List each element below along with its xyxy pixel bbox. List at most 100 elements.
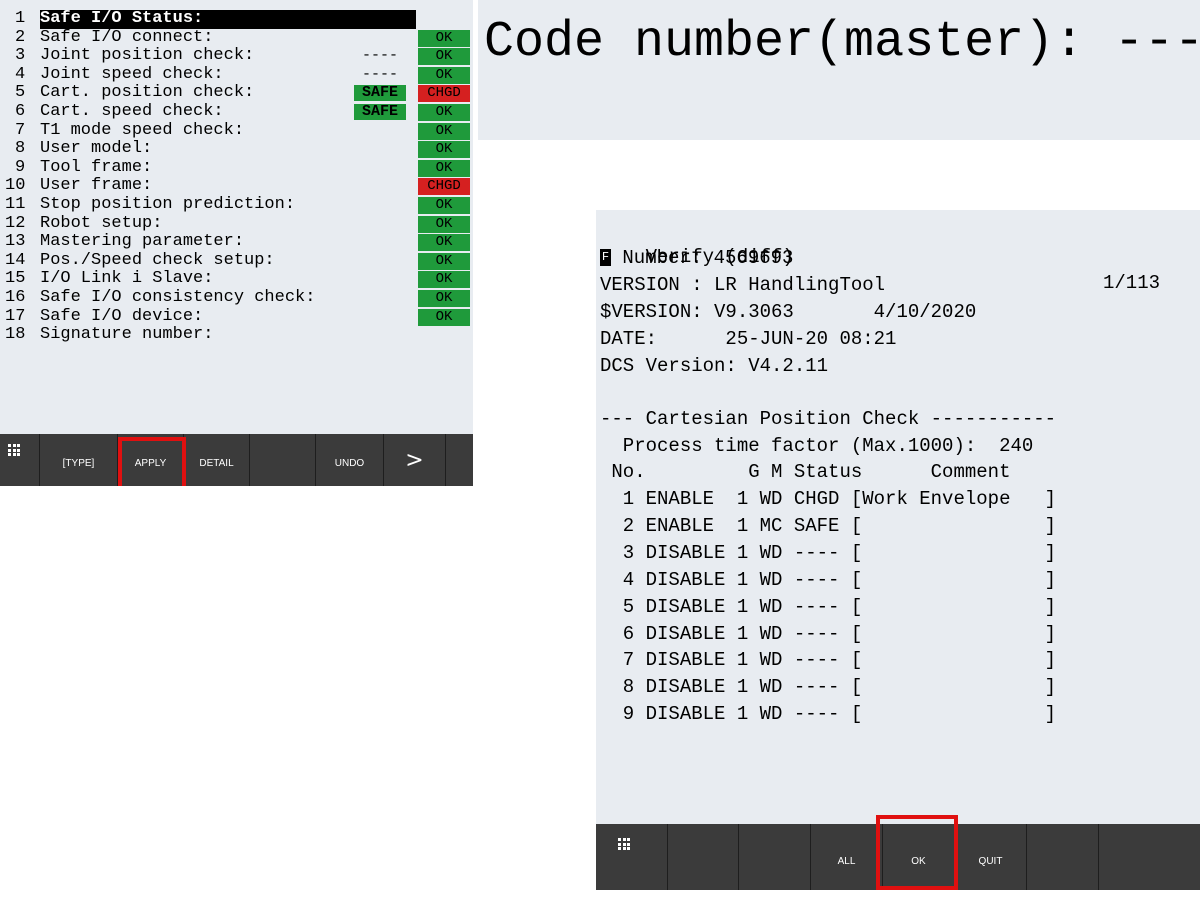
- row-number: 14: [5, 250, 26, 270]
- empty-softkey-2[interactable]: [739, 824, 811, 890]
- row-number: 2: [15, 27, 26, 47]
- verify-table-row[interactable]: 3 DISABLE 1 WD ---- [ ]: [600, 540, 1056, 566]
- verify-title-line: Verify (diff) 1/113: [600, 218, 1190, 294]
- safe-io-status-panel: 1 Safe I/O Status: 2 Safe I/O connect: OK 3 Jo…: [0, 0, 473, 486]
- row-number: 11: [5, 195, 26, 214]
- row-check-value: ----: [361, 65, 398, 83]
- status-row[interactable]: 4 Joint speed check: ---- OK: [0, 64, 473, 85]
- grid-icon: [618, 838, 630, 850]
- status-row[interactable]: 3 Joint position check: ---- OK: [0, 47, 473, 66]
- row-label: Pos./Speed check setup:: [40, 250, 275, 270]
- next-page-button[interactable]: >: [384, 434, 446, 486]
- apply-button[interactable]: APPLY: [118, 434, 184, 486]
- status-row[interactable]: 14 Pos./Speed check setup: OK: [0, 250, 473, 271]
- softbar-filler: [1099, 824, 1200, 890]
- undo-button[interactable]: UNDO: [316, 434, 384, 486]
- quit-button[interactable]: QUIT: [955, 824, 1027, 890]
- status-row[interactable]: 2 Safe I/O connect: OK: [0, 27, 473, 48]
- row-number: 12: [5, 213, 26, 233]
- status-badge: OK: [418, 159, 470, 177]
- row-number: 18: [5, 325, 26, 345]
- status-row[interactable]: 17 Safe I/O device: OK: [0, 306, 473, 327]
- status-badge: OK: [418, 122, 470, 140]
- verify-table-row[interactable]: 2 ENABLE 1 MC SAFE [ ]: [600, 513, 1056, 539]
- date-line: DATE: 25-JUN-20 08:21: [600, 328, 897, 350]
- status-row[interactable]: 12 Robot setup: OK: [0, 213, 473, 234]
- status-row[interactable]: 7 T1 mode speed check: OK: [0, 120, 473, 141]
- status-row[interactable]: 8 User model: OK: [0, 140, 473, 159]
- status-badge: CHGD: [418, 85, 470, 103]
- row-number: 17: [5, 306, 26, 326]
- empty-softkey-5[interactable]: [250, 434, 316, 486]
- row-label: Cart. position check:: [40, 83, 255, 103]
- verify-table-row[interactable]: 1 ENABLE 1 WD CHGD [Work Envelope ]: [600, 486, 1056, 512]
- process-time-factor-line: Process time factor (Max.1000): 240: [600, 435, 1034, 457]
- number-text: Number: 4569693: [611, 247, 794, 269]
- row-number: 6: [15, 102, 26, 121]
- row-label: Robot setup:: [40, 213, 163, 233]
- softbar-filler: [446, 434, 473, 486]
- detail-button[interactable]: DETAIL: [184, 434, 250, 486]
- verify-table-row[interactable]: 5 DISABLE 1 WD ---- [ ]: [600, 594, 1056, 620]
- status-badge: OK: [418, 104, 470, 121]
- row-number: 10: [5, 176, 26, 196]
- status-row[interactable]: 16 Safe I/O consistency check: OK: [0, 288, 473, 308]
- status-badge: OK: [418, 197, 470, 214]
- verify-table-row[interactable]: 6 DISABLE 1 WD ---- [ ]: [600, 621, 1056, 647]
- cursor-f-box: F: [600, 249, 611, 267]
- row-label: Safe I/O Status:: [40, 9, 204, 28]
- ok-button[interactable]: OK: [883, 824, 955, 890]
- empty-softkey-1[interactable]: [668, 824, 739, 890]
- chevron-right-icon: >: [405, 447, 424, 473]
- verify-table-row[interactable]: 9 DISABLE 1 WD ---- [ ]: [600, 701, 1056, 727]
- status-badge: OK: [418, 308, 470, 326]
- status-row[interactable]: 5 Cart. position check: SAFE CHGD: [0, 84, 473, 103]
- page-indicator: 1/113: [1102, 272, 1160, 294]
- dcs-version-line: DCS Version: V4.2.11: [600, 355, 829, 377]
- grid-icon: [8, 444, 20, 456]
- row-number: 3: [15, 46, 26, 66]
- row-number: 7: [15, 120, 26, 140]
- row-label: Joint speed check:: [40, 64, 224, 84]
- row-label: Mastering parameter:: [40, 232, 245, 252]
- row-check-value: ----: [361, 47, 398, 65]
- row-number: 5: [15, 83, 26, 103]
- row-check-value: SAFE: [354, 104, 406, 120]
- verify-table-row[interactable]: 4 DISABLE 1 WD ---- [ ]: [600, 567, 1056, 593]
- status-row[interactable]: 1 Safe I/O Status:: [0, 9, 473, 29]
- version-line: VERSION : LR HandlingTool: [600, 274, 886, 296]
- status-row[interactable]: 9 Tool frame: OK: [0, 157, 473, 178]
- empty-softkey-6[interactable]: [1027, 824, 1099, 890]
- status-row[interactable]: 18 Signature number:: [0, 326, 473, 345]
- code-number-banner: Code number(master): ----: [478, 0, 1200, 140]
- status-row[interactable]: 10 User frame: CHGD: [0, 177, 473, 196]
- sversion-line: $VERSION: V9.3063 4/10/2020: [600, 301, 977, 323]
- row-number: 9: [15, 157, 26, 177]
- row-label: I/O Link i Slave:: [40, 269, 214, 289]
- status-row[interactable]: 13 Mastering parameter: OK: [0, 233, 473, 252]
- row-label: User model:: [40, 139, 153, 159]
- row-number: 15: [5, 269, 26, 289]
- row-number: 8: [15, 139, 26, 159]
- status-row[interactable]: 11 Stop position prediction: OK: [0, 195, 473, 215]
- row-label: Safe I/O device:: [40, 306, 204, 326]
- type-button[interactable]: [TYPE]: [40, 434, 118, 486]
- row-label: Safe I/O consistency check:: [40, 288, 316, 307]
- row-label: Safe I/O connect:: [40, 27, 214, 47]
- row-label: Tool frame:: [40, 157, 153, 177]
- status-badge: OK: [418, 252, 470, 270]
- verify-function-key-bar: ALL OK QUIT: [596, 824, 1200, 890]
- status-row[interactable]: 15 I/O Link i Slave: OK: [0, 270, 473, 289]
- all-button[interactable]: ALL: [811, 824, 883, 890]
- menu-grid-button[interactable]: [0, 434, 40, 486]
- row-number: 4: [15, 64, 26, 84]
- status-badge: OK: [418, 66, 470, 84]
- verify-table-row[interactable]: 8 DISABLE 1 WD ---- [ ]: [600, 674, 1056, 700]
- verify-menu-grid-button[interactable]: [596, 824, 668, 890]
- section-header-line: --- Cartesian Position Check -----------: [600, 408, 1057, 430]
- status-badge: OK: [418, 234, 470, 252]
- status-row[interactable]: 6 Cart. speed check: SAFE OK: [0, 102, 473, 122]
- verify-table-row[interactable]: 7 DISABLE 1 WD ---- [ ]: [600, 647, 1056, 673]
- row-check-value: SAFE: [354, 85, 406, 102]
- row-label: T1 mode speed check:: [40, 120, 245, 140]
